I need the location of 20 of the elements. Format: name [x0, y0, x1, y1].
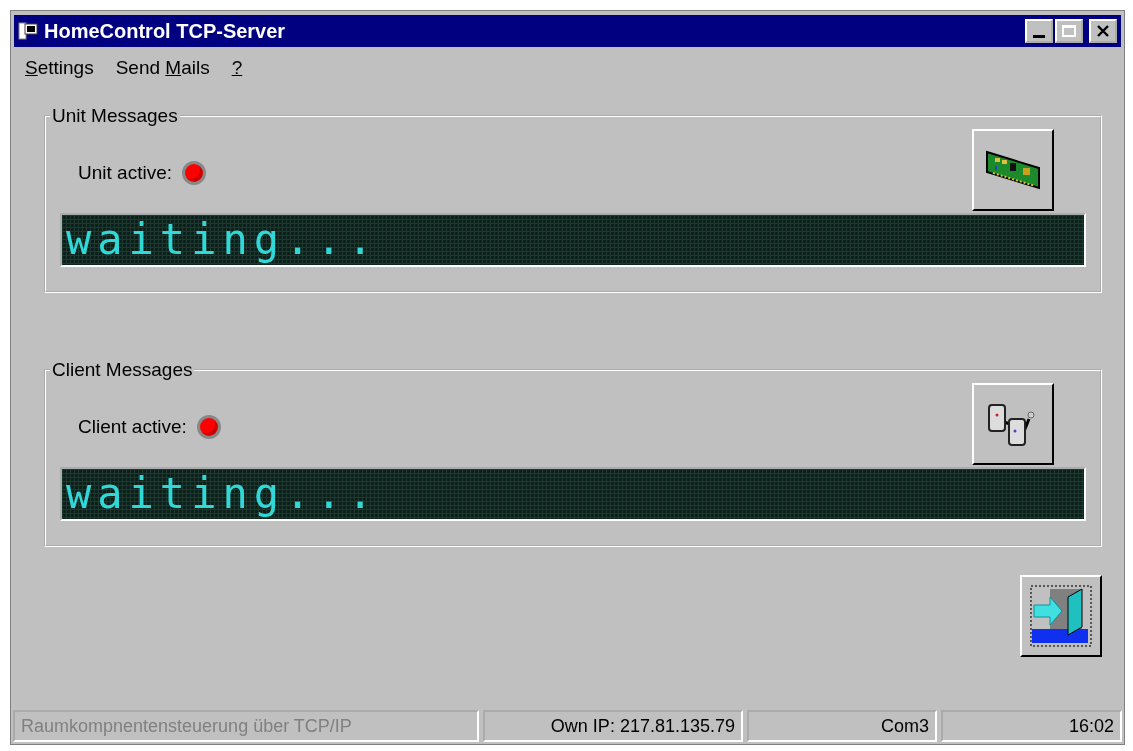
status-label: Unit active:: [78, 162, 172, 184]
computer-icon: [18, 21, 38, 41]
status-label: Client active:: [78, 416, 187, 438]
menu-item[interactable]: ?: [231, 57, 243, 79]
tool-button[interactable]: [972, 383, 1054, 465]
close-button[interactable]: [1089, 19, 1117, 43]
status-panel: Com3: [747, 710, 937, 742]
menu-item[interactable]: Send Mails: [115, 57, 210, 79]
menu-item[interactable]: Settings: [25, 57, 94, 79]
close-icon: [1096, 25, 1110, 37]
minimize-button[interactable]: [1025, 19, 1053, 43]
exit-door-icon: [1028, 583, 1094, 649]
tool-button[interactable]: [972, 129, 1054, 211]
message-display: waiting...: [60, 213, 1086, 267]
status-panel: Raumkompnentensteuerung über TCP/IP: [13, 710, 479, 742]
window-title: HomeControl TCP-Server: [44, 19, 286, 43]
exit-button[interactable]: [1020, 575, 1102, 657]
status-panel: 16:02: [941, 710, 1122, 742]
status-panel: Own IP: 217.81.135.79: [483, 710, 743, 742]
message-display: waiting...: [60, 467, 1086, 521]
